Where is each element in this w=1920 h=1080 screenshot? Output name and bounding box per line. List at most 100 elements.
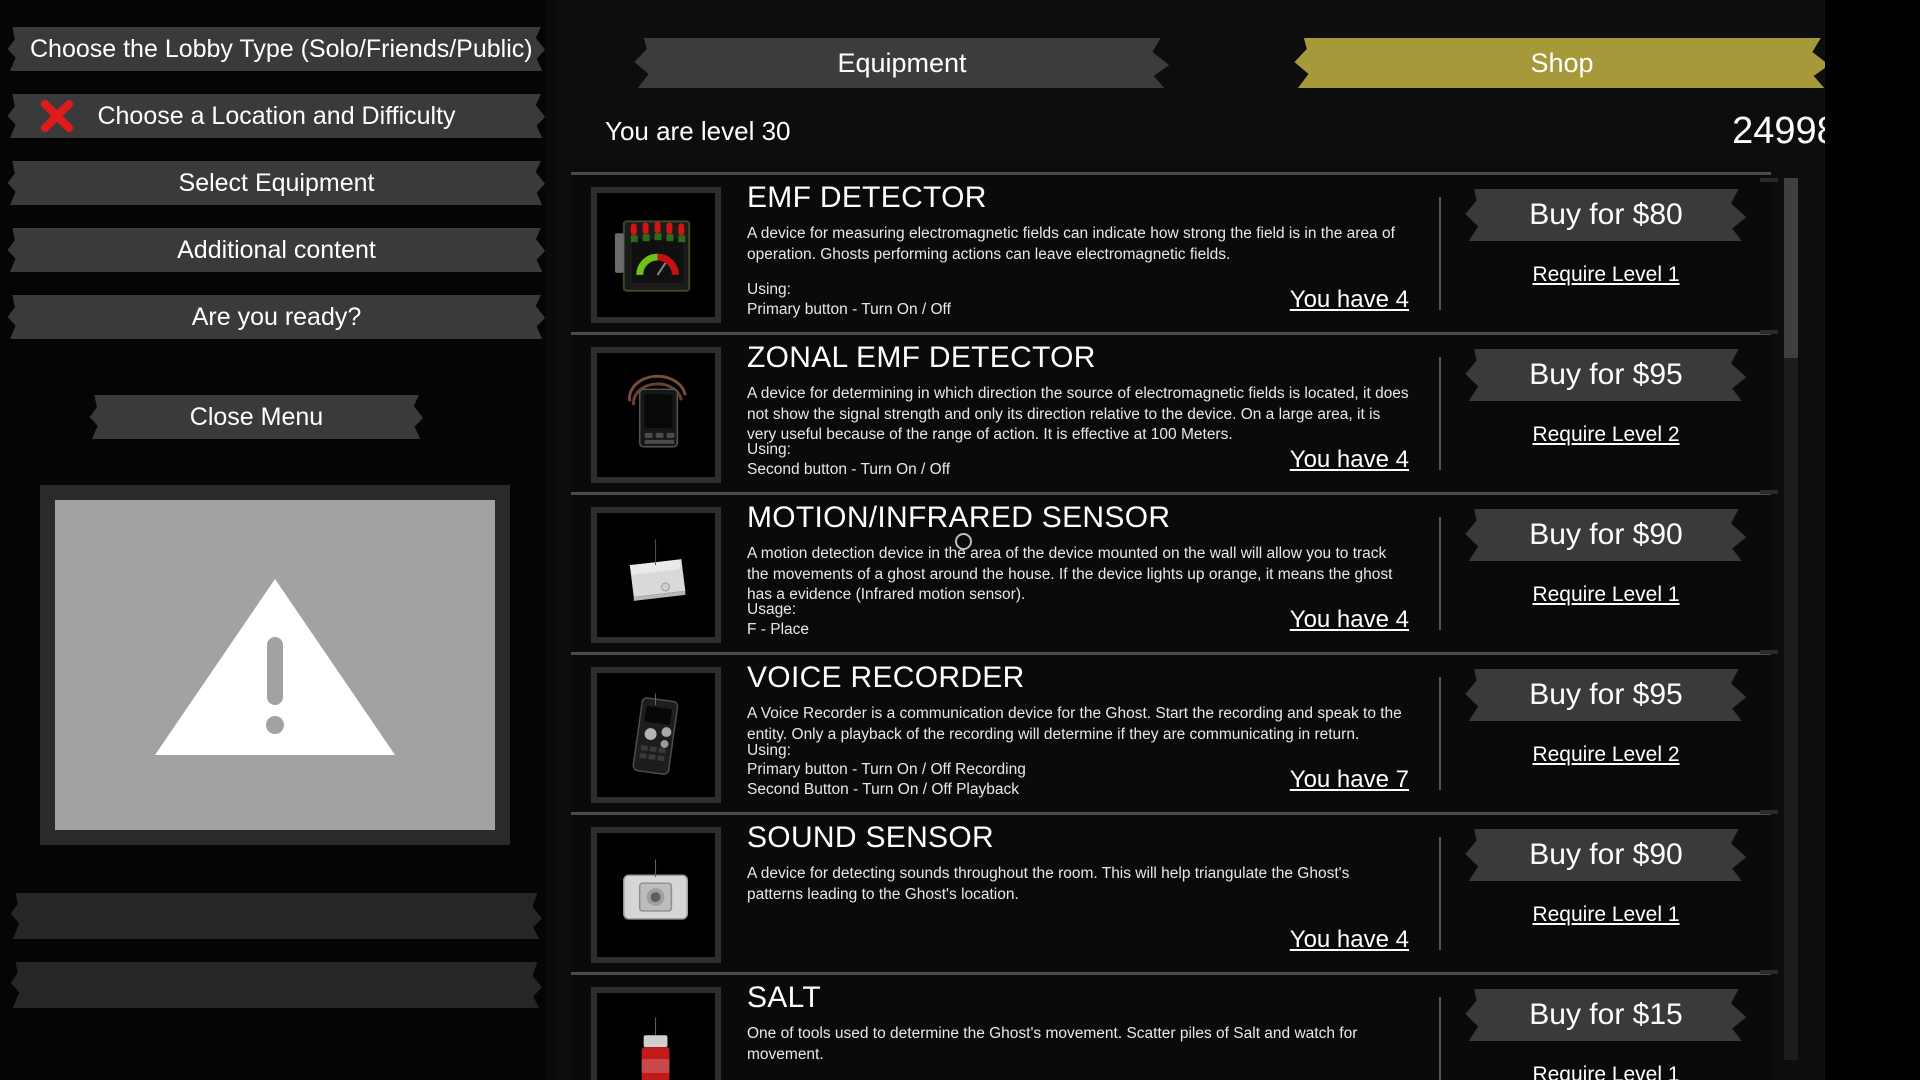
scroll-tick [1760,650,1778,654]
buy-button-label: Buy for $15 [1529,998,1683,1031]
game-shop-screen: Choose the Lobby Type (Solo/Friends/Publ… [0,0,1920,1080]
tab-equipment-label: Equipment [837,47,967,78]
item-description: A device for determining in which direct… [747,385,1409,444]
sound-sensor-icon [597,833,715,957]
item-body: SOUND SENSOR A device for detecting soun… [735,815,1439,972]
item-thumbnail-frame [591,507,721,643]
scroll-tick [1760,330,1778,334]
item-owned-count: You have 4 [1289,926,1409,953]
item-buy-column: Buy for $15 Require Level 1 [1441,975,1771,1080]
menu-item-additional-content[interactable]: Additional content [18,228,535,272]
item-body: VOICE RECORDER A Voice Recorder is a com… [735,655,1439,812]
left-panel-empty-bar-1[interactable] [20,893,533,939]
tab-bar: Equipment Shop [557,0,1920,100]
item-description: One of tools used to determine the Ghost… [747,1025,1358,1063]
item-title: VOICE RECORDER [747,661,1025,694]
item-thumbnail-frame [591,187,721,323]
item-thumbnail-frame [591,987,721,1080]
scroll-tick [1760,970,1778,974]
shop-panel: Equipment Shop You are level 30 249985$ [557,0,1920,1080]
item-usage-line: Second button - Turn On / Off [747,461,951,479]
item-buy-column: Buy for $95 Require Level 2 [1441,335,1771,492]
item-thumbnail-frame [591,827,721,963]
item-usage: Usage: F - Place [747,600,809,640]
item-require-level: Require Level 1 [1532,903,1680,926]
item-body: ZONAL EMF DETECTOR A device for determin… [735,335,1439,492]
item-description: A motion detection device in the area of… [747,545,1393,604]
item-buy-column: Buy for $90 Require Level 1 [1441,495,1771,652]
buy-button[interactable]: Buy for $90 [1481,509,1731,561]
voice-recorder-icon [597,673,715,797]
buy-button-label: Buy for $90 [1529,838,1683,871]
menu-item-are-you-ready[interactable]: Are you ready? [18,295,535,339]
buy-button[interactable]: Buy for $90 [1481,829,1731,881]
warning-image [55,500,495,830]
shop-item-row[interactable]: SOUND SENSOR A device for detecting soun… [571,812,1771,972]
item-description: A device for measuring electromagnetic f… [747,225,1395,263]
item-usage-heading: Using: [747,741,791,759]
item-owned-count: You have 4 [1289,286,1409,313]
left-menu-panel: Choose the Lobby Type (Solo/Friends/Publ… [0,0,545,1080]
player-level-text: You are level 30 [605,115,791,146]
warning-image-frame [40,485,510,845]
status-row: You are level 30 249985$ [557,100,1920,162]
menu-item-location-difficulty[interactable]: Choose a Location and Difficulty [18,94,535,138]
shop-item-row[interactable]: ZONAL EMF DETECTOR A device for determin… [571,332,1771,492]
warning-triangle-icon [155,579,395,755]
scroll-tick [1760,178,1778,182]
menu-item-lobby-type-label: Choose the Lobby Type (Solo/Friends/Publ… [30,34,533,63]
item-title: ZONAL EMF DETECTOR [747,341,1096,374]
red-x-icon [40,99,74,133]
buy-button-label: Buy for $80 [1529,198,1683,231]
item-usage-line: Primary button - Turn On / Off Recording [747,761,1026,779]
item-title: MOTION/INFRARED SENSOR [747,501,1171,534]
item-owned-count: You have 7 [1289,766,1409,793]
item-usage: Using: Second button - Turn On / Off [747,440,950,480]
shop-item-row[interactable]: VOICE RECORDER A Voice Recorder is a com… [571,652,1771,812]
item-description: A device for detecting sounds throughout… [747,865,1350,903]
shop-scrollbar-track[interactable] [1784,178,1798,1060]
item-buy-column: Buy for $80 Require Level 1 [1441,175,1771,332]
item-title: EMF DETECTOR [747,181,987,214]
tab-shop[interactable]: Shop [1312,38,1812,88]
scroll-tick [1760,490,1778,494]
item-body: SALT One of tools used to determine the … [735,975,1439,1080]
buy-button-label: Buy for $90 [1529,518,1683,551]
item-buy-column: Buy for $90 Require Level 1 [1441,815,1771,972]
item-require-level: Require Level 1 [1532,263,1680,286]
item-body: MOTION/INFRARED SENSOR A motion detectio… [735,495,1439,652]
buy-button[interactable]: Buy for $95 [1481,669,1731,721]
close-menu-button[interactable]: Close Menu [100,395,413,439]
buy-button-label: Buy for $95 [1529,678,1683,711]
tab-shop-label: Shop [1530,47,1594,78]
shop-item-row[interactable]: EMF DETECTOR A device for measuring elec… [571,172,1771,332]
right-edge-fade [1825,0,1920,1080]
emf-detector-icon [597,193,715,317]
tab-equipment[interactable]: Equipment [652,38,1152,88]
shop-item-list[interactable]: EMF DETECTOR A device for measuring elec… [571,172,1771,1080]
buy-button[interactable]: Buy for $80 [1481,189,1731,241]
item-usage-heading: Using: [747,281,791,299]
item-title: SALT [747,981,822,1014]
item-require-level: Require Level 2 [1532,743,1680,766]
buy-button-label: Buy for $95 [1529,358,1683,391]
item-usage: Using: Primary button - Turn On / Off [747,280,951,320]
shop-item-row[interactable]: MOTION/INFRARED SENSOR A motion detectio… [571,492,1771,652]
shop-scrollbar-thumb[interactable] [1784,178,1798,358]
menu-item-select-equipment-label: Select Equipment [178,168,375,197]
item-thumbnail-frame [591,347,721,483]
zonal-emf-detector-icon [597,353,715,477]
item-usage-line: F - Place [747,621,810,639]
item-usage-heading: Using: [747,441,791,459]
menu-item-select-equipment[interactable]: Select Equipment [18,161,535,205]
menu-item-lobby-type[interactable]: Choose the Lobby Type (Solo/Friends/Publ… [18,27,535,71]
item-description: A Voice Recorder is a communication devi… [747,705,1402,743]
item-require-level: Require Level 1 [1532,1063,1680,1080]
buy-button[interactable]: Buy for $15 [1481,989,1731,1041]
shop-item-row[interactable]: SALT One of tools used to determine the … [571,972,1771,1080]
item-buy-column: Buy for $95 Require Level 2 [1441,655,1771,812]
left-panel-empty-bar-2[interactable] [20,962,533,1008]
item-usage-heading: Usage: [747,601,797,619]
buy-button[interactable]: Buy for $95 [1481,349,1731,401]
menu-item-are-you-ready-label: Are you ready? [191,302,362,331]
